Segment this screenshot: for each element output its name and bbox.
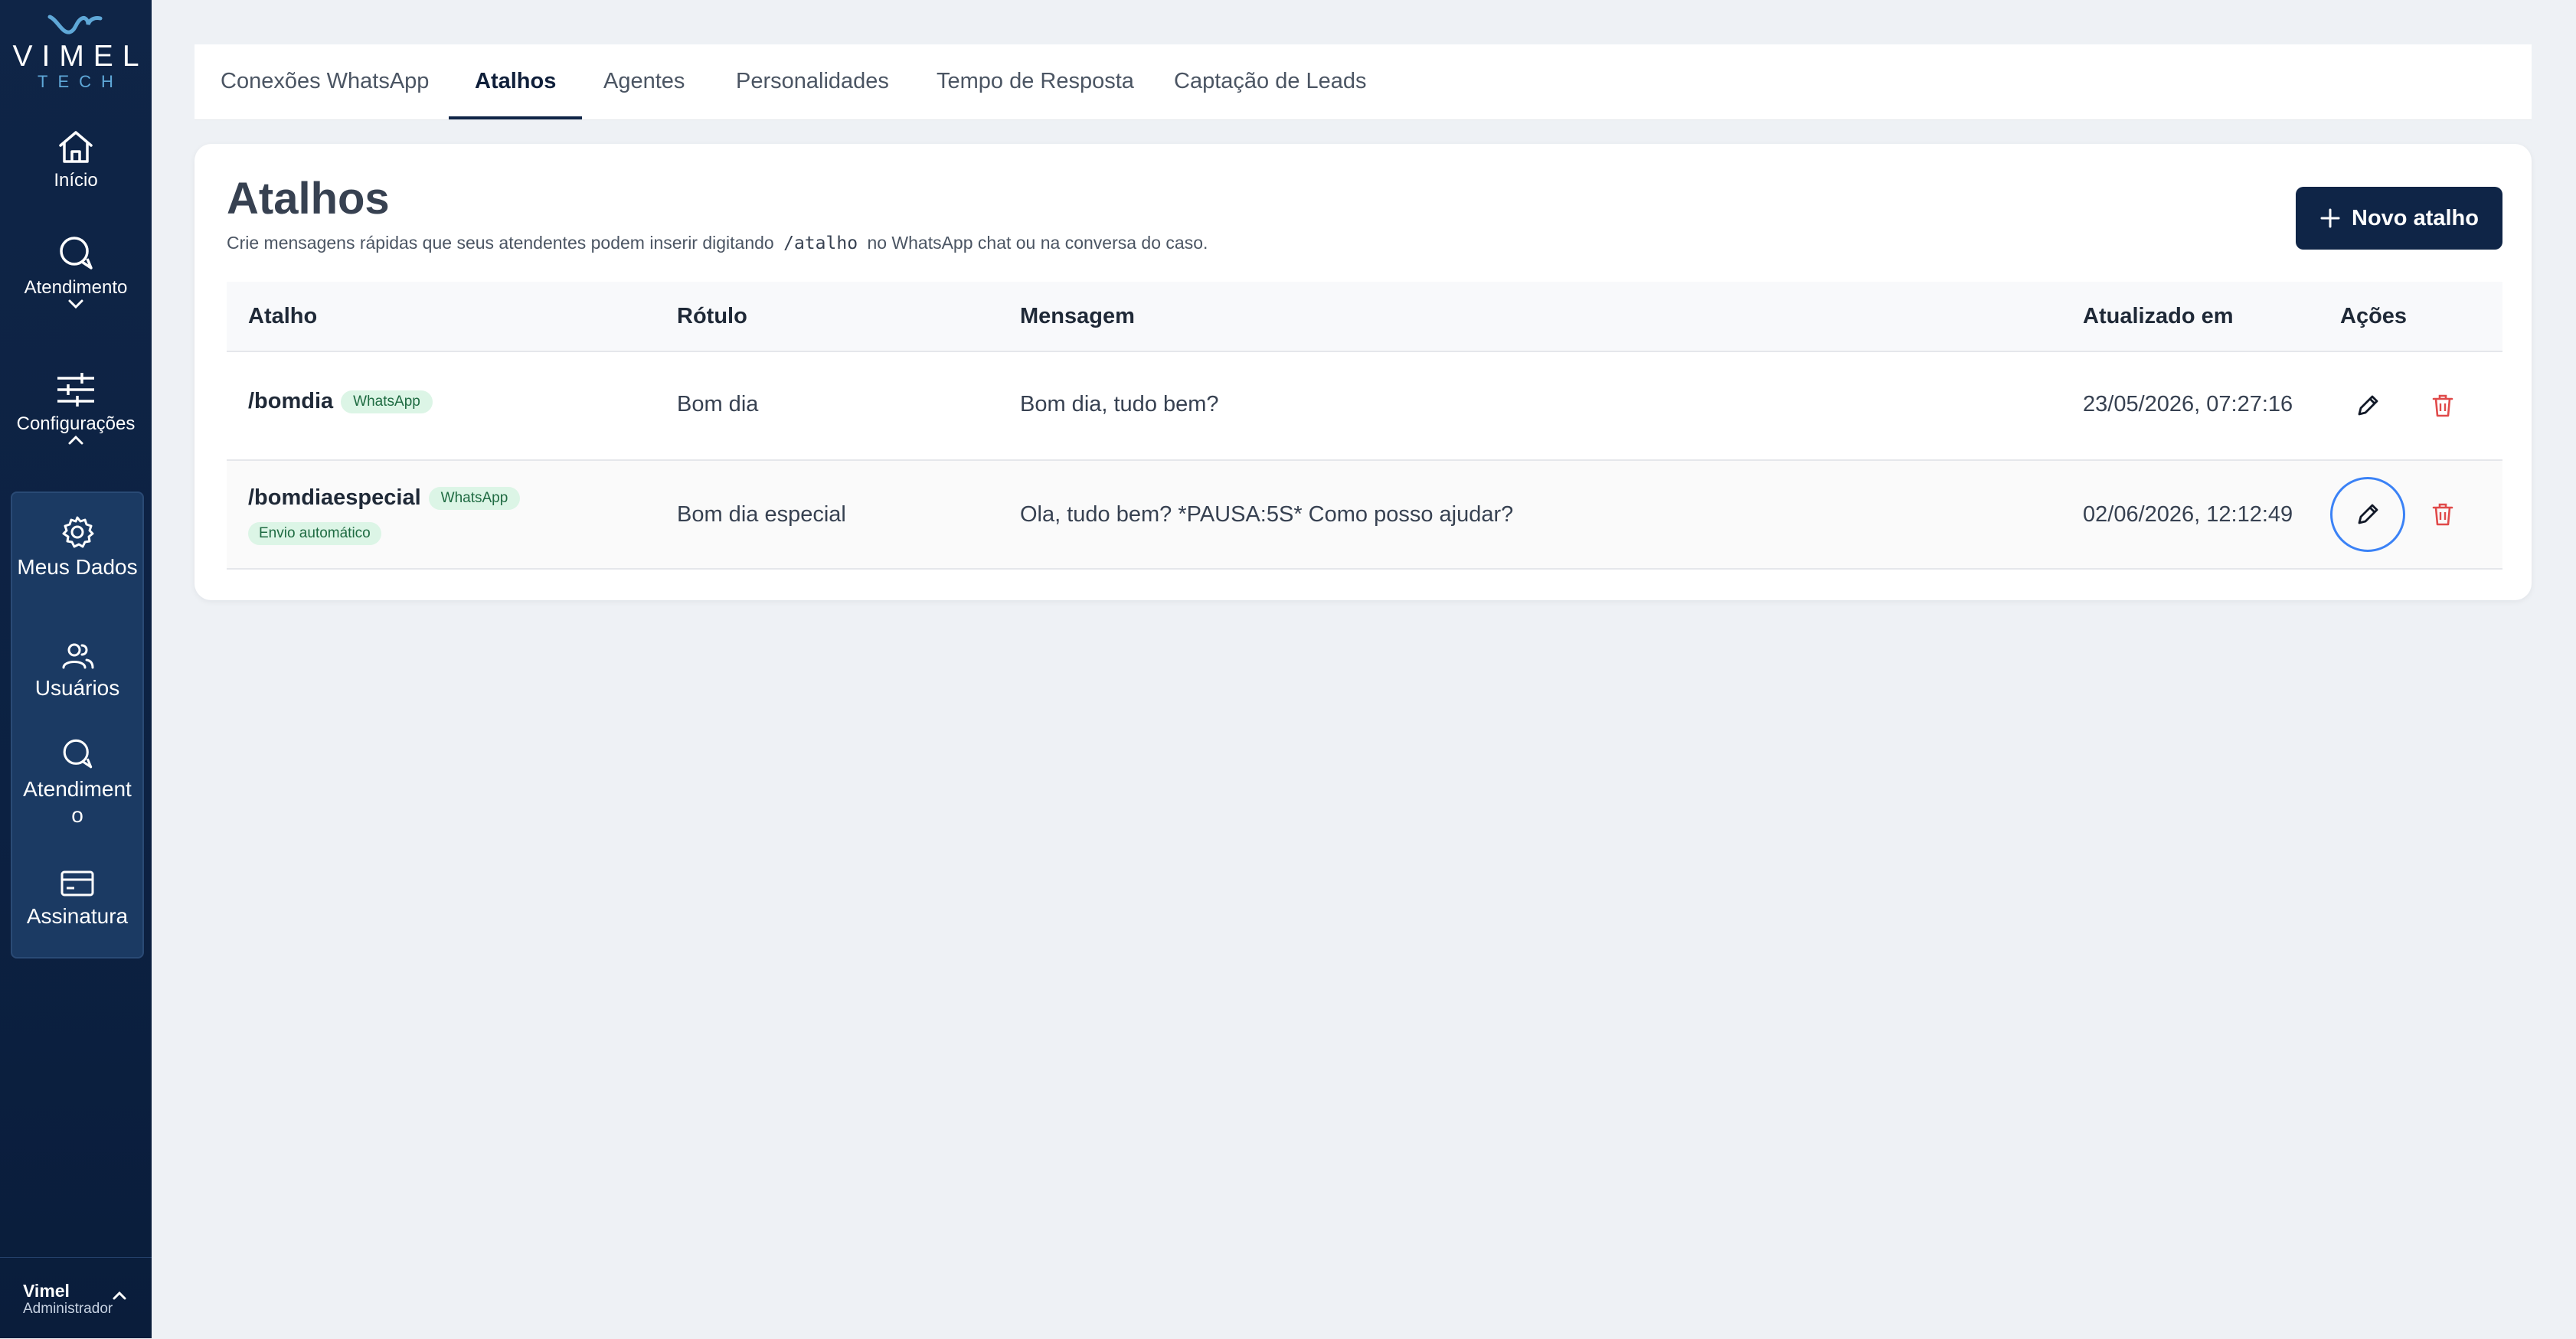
- label-cell: Bom dia especial: [677, 502, 846, 527]
- page-title: Atalhos: [227, 174, 390, 224]
- nav-configuracoes[interactable]: Configurações: [0, 371, 152, 446]
- shortcut-cell: /bomdiaespecial WhatsApp: [248, 485, 521, 511]
- new-shortcut-button[interactable]: Novo atalho: [2296, 187, 2502, 250]
- sub-meus-dados[interactable]: Meus Dados: [12, 514, 142, 580]
- chevron-up-icon: [68, 435, 83, 445]
- nav-atendimento-label: Atendimento: [24, 277, 128, 298]
- nav-inicio-label: Início: [54, 170, 98, 191]
- edit-button[interactable]: [2352, 390, 2383, 421]
- shortcut-cell: /bomdia WhatsApp: [248, 389, 433, 414]
- tab-personalidades[interactable]: Personalidades: [736, 44, 889, 119]
- auto-send-badge: Envio automático: [248, 522, 381, 545]
- sliders-icon: [57, 373, 94, 407]
- gear-icon: [62, 516, 94, 548]
- user-menu[interactable]: Vimel Administrador: [0, 1257, 152, 1339]
- sub-usuarios[interactable]: Usuários: [12, 640, 142, 701]
- pencil-icon: [2358, 395, 2378, 416]
- desc-before: Crie mensagens rápidas que seus atendent…: [227, 233, 774, 253]
- table-row: /bomdia WhatsApp Bom dia Bom dia, tudo be…: [227, 352, 2502, 461]
- delete-button[interactable]: [2427, 499, 2458, 530]
- tab-atalhos[interactable]: Atalhos: [449, 44, 583, 119]
- users-icon: [62, 643, 94, 669]
- plus-icon: [2320, 208, 2340, 228]
- settings-submenu: Meus Dados Usuários Atendimento Assinatu…: [11, 492, 144, 959]
- home-icon: [59, 131, 93, 163]
- table-row: /bomdiaespecial WhatsApp Envio automático…: [227, 461, 2502, 570]
- delete-button[interactable]: [2427, 390, 2458, 421]
- wave-icon: [47, 15, 103, 34]
- edit-button[interactable]: [2352, 499, 2383, 530]
- message-cell: Ola, tudo bem? *PAUSA:5S* Como posso aju…: [1020, 502, 1514, 527]
- user-name: Vimel: [23, 1281, 70, 1301]
- table-header: Atalho Rótulo Mensagem Atualizado em Açõ…: [227, 282, 2502, 352]
- message-cell: Bom dia, tudo bem?: [1020, 392, 1219, 416]
- shortcuts-table: Atalho Rótulo Mensagem Atualizado em Açõ…: [227, 282, 2502, 570]
- tab-captacao-de-leads[interactable]: Captação de Leads: [1174, 44, 1367, 119]
- trash-icon: [2432, 394, 2453, 417]
- nav-atendimento[interactable]: Atendimento: [0, 234, 152, 309]
- shortcuts-card: Atalhos Crie mensagens rápidas que seus …: [195, 144, 2532, 600]
- channel-badge: WhatsApp: [428, 487, 521, 511]
- trash-icon: [2432, 503, 2453, 526]
- label-cell: Bom dia: [677, 392, 759, 416]
- shortcut-name: /bomdiaespecial: [248, 485, 421, 510]
- sidebar: VIMEL TECH Início Atendimento Configuraç…: [0, 0, 152, 1338]
- tab-agentes[interactable]: Agentes: [603, 44, 685, 119]
- sub-assinatura[interactable]: Assinatura: [12, 868, 142, 929]
- updated-cell: 23/05/2026, 07:27:16: [2083, 392, 2293, 416]
- desc-after: no WhatsApp chat ou na conversa do caso.: [867, 233, 1208, 253]
- chevron-down-icon: [68, 299, 83, 309]
- sub-assinatura-label: Assinatura: [26, 904, 129, 928]
- header-acoes: Ações: [2340, 304, 2408, 328]
- user-role: Administrador: [23, 1301, 113, 1317]
- sub-atendimento[interactable]: Atendimento: [12, 736, 142, 828]
- brand-logo[interactable]: VIMEL TECH: [0, 12, 152, 92]
- brand-name: VIMEL: [12, 40, 149, 73]
- nav-inicio[interactable]: Início: [0, 129, 152, 191]
- sub-meus-dados-label: Meus Dados: [17, 555, 138, 579]
- header-atualizado[interactable]: Atualizado em: [2083, 282, 2234, 351]
- header-atalho[interactable]: Atalho: [248, 282, 317, 351]
- card-icon: [60, 870, 94, 896]
- sub-usuarios-label: Usuários: [34, 676, 120, 700]
- pencil-icon: [2358, 504, 2378, 524]
- nav-configuracoes-label: Configurações: [16, 413, 136, 434]
- updated-cell: 02/06/2026, 12:12:49: [2083, 502, 2293, 527]
- chat-icon: [63, 739, 93, 769]
- desc-code: /atalho: [783, 234, 858, 253]
- settings-tabs: Conexões WhatsApp Atalhos Agentes Person…: [195, 44, 2532, 120]
- chat-icon: [60, 237, 93, 269]
- new-shortcut-label: Novo atalho: [2352, 205, 2479, 230]
- brand-sub: TECH: [38, 72, 123, 91]
- tab-tempo-de-resposta[interactable]: Tempo de Resposta: [937, 44, 1134, 119]
- shortcut-name: /bomdia: [248, 389, 334, 413]
- page-description: Crie mensagens rápidas que seus atendent…: [227, 233, 1208, 253]
- channel-badge: WhatsApp: [341, 390, 433, 414]
- header-rotulo[interactable]: Rótulo: [677, 282, 747, 351]
- tab-conexoes-whatsapp[interactable]: Conexões WhatsApp: [221, 44, 429, 119]
- header-mensagem[interactable]: Mensagem: [1020, 282, 1135, 351]
- chevron-up-icon: [113, 1291, 126, 1300]
- sub-atendimento-label: Atendimento: [23, 777, 132, 827]
